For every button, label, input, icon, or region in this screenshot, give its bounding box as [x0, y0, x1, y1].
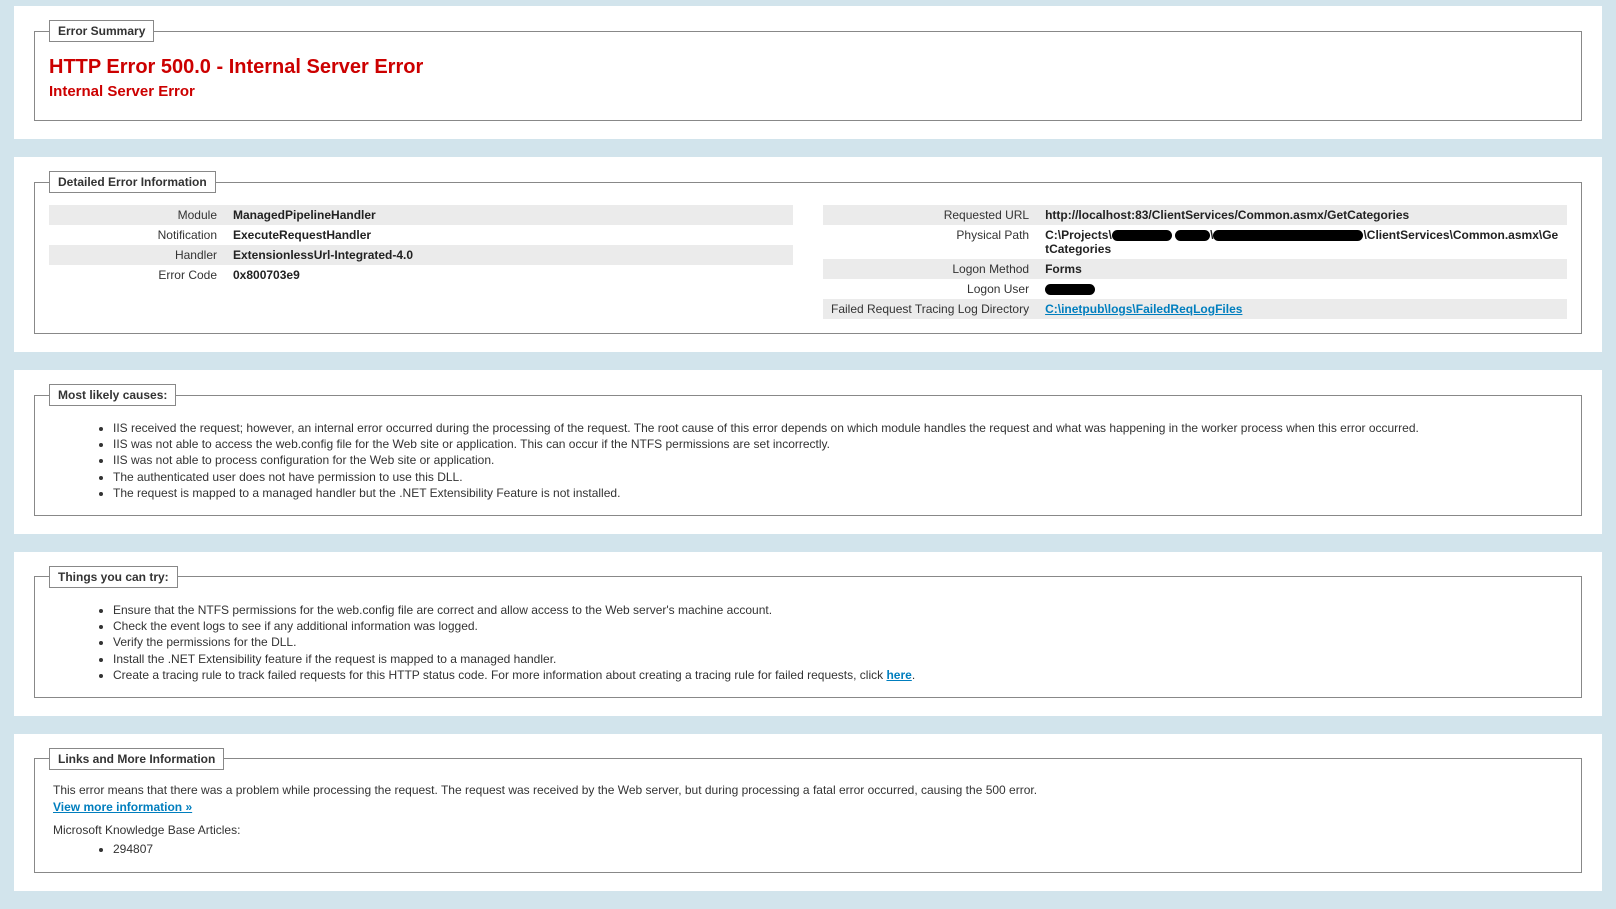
moreinfo-text: This error means that there was a proble…	[53, 782, 1565, 816]
frt-label: Failed Request Tracing Log Directory	[823, 299, 1037, 319]
list-item: Verify the permissions for the DLL.	[113, 634, 1553, 650]
logonmethod-value: Forms	[1037, 259, 1567, 279]
detail-fieldset: Detailed Error Information Module Manage…	[34, 171, 1582, 334]
logonuser-label: Logon User	[823, 279, 1037, 299]
physpath-value: C:\Projects\ \\ClientServices\Common.asm…	[1037, 225, 1567, 259]
tracing-text: Create a tracing rule to track failed re…	[113, 668, 886, 682]
physpath-label: Physical Path	[823, 225, 1037, 259]
moreinfo-legend: Links and More Information	[49, 748, 224, 770]
detail-table-right: Requested URL http://localhost:83/Client…	[823, 205, 1567, 319]
detail-legend: Detailed Error Information	[49, 171, 216, 193]
view-more-link[interactable]: View more information »	[53, 800, 192, 814]
errorcode-label: Error Code	[49, 265, 225, 285]
frt-link[interactable]: C:\inetpub\logs\FailedReqLogFiles	[1045, 302, 1242, 316]
redacted-path-2	[1175, 230, 1210, 241]
list-item: Ensure that the NTFS permissions for the…	[113, 602, 1553, 618]
moreinfo-fieldset: Links and More Information This error me…	[34, 748, 1582, 873]
redacted-path-3	[1213, 230, 1363, 241]
logonmethod-label: Logon Method	[823, 259, 1037, 279]
tracing-suffix: .	[912, 668, 915, 682]
error-summary-section: Error Summary HTTP Error 500.0 - Interna…	[14, 6, 1602, 139]
list-item: IIS received the request; however, an in…	[113, 420, 1553, 436]
causes-fieldset: Most likely causes: IIS received the req…	[34, 384, 1582, 516]
kb-label: Microsoft Knowledge Base Articles:	[53, 823, 1567, 837]
list-item: IIS was not able to process configuratio…	[113, 452, 1553, 468]
try-section: Things you can try: Ensure that the NTFS…	[14, 552, 1602, 716]
list-item: 294807	[113, 841, 1553, 857]
try-fieldset: Things you can try: Ensure that the NTFS…	[34, 566, 1582, 698]
logonuser-value	[1037, 279, 1567, 299]
list-item: IIS was not able to access the web.confi…	[113, 436, 1553, 452]
physpath-prefix: C:\Projects\	[1045, 228, 1112, 242]
redacted-user	[1045, 284, 1095, 295]
error-summary-legend: Error Summary	[49, 20, 154, 42]
try-list: Ensure that the NTFS permissions for the…	[99, 602, 1567, 683]
requrl-label: Requested URL	[823, 205, 1037, 225]
detail-table-left: Module ManagedPipelineHandler Notificati…	[49, 205, 793, 285]
error-summary-fieldset: Error Summary HTTP Error 500.0 - Interna…	[34, 20, 1582, 121]
notification-value: ExecuteRequestHandler	[225, 225, 793, 245]
errorcode-value: 0x800703e9	[225, 265, 793, 285]
moreinfo-section: Links and More Information This error me…	[14, 734, 1602, 891]
causes-legend: Most likely causes:	[49, 384, 176, 406]
requrl-value: http://localhost:83/ClientServices/Commo…	[1037, 205, 1567, 225]
module-label: Module	[49, 205, 225, 225]
detail-section: Detailed Error Information Module Manage…	[14, 157, 1602, 352]
handler-value: ExtensionlessUrl-Integrated-4.0	[225, 245, 793, 265]
moreinfo-para: This error means that there was a proble…	[53, 783, 1037, 797]
error-title: HTTP Error 500.0 - Internal Server Error	[49, 56, 1567, 79]
try-legend: Things you can try:	[49, 566, 178, 588]
tracing-here-link[interactable]: here	[886, 668, 911, 682]
module-value: ManagedPipelineHandler	[225, 205, 793, 225]
redacted-path-1	[1112, 230, 1172, 241]
notification-label: Notification	[49, 225, 225, 245]
list-item: Check the event logs to see if any addit…	[113, 618, 1553, 634]
kb-list: 294807	[99, 841, 1567, 857]
list-item: Create a tracing rule to track failed re…	[113, 667, 1553, 683]
error-subtitle: Internal Server Error	[49, 83, 1567, 100]
causes-section: Most likely causes: IIS received the req…	[14, 370, 1602, 534]
list-item: The authenticated user does not have per…	[113, 469, 1553, 485]
handler-label: Handler	[49, 245, 225, 265]
causes-list: IIS received the request; however, an in…	[99, 420, 1567, 501]
list-item: The request is mapped to a managed handl…	[113, 485, 1553, 501]
list-item: Install the .NET Extensibility feature i…	[113, 651, 1553, 667]
